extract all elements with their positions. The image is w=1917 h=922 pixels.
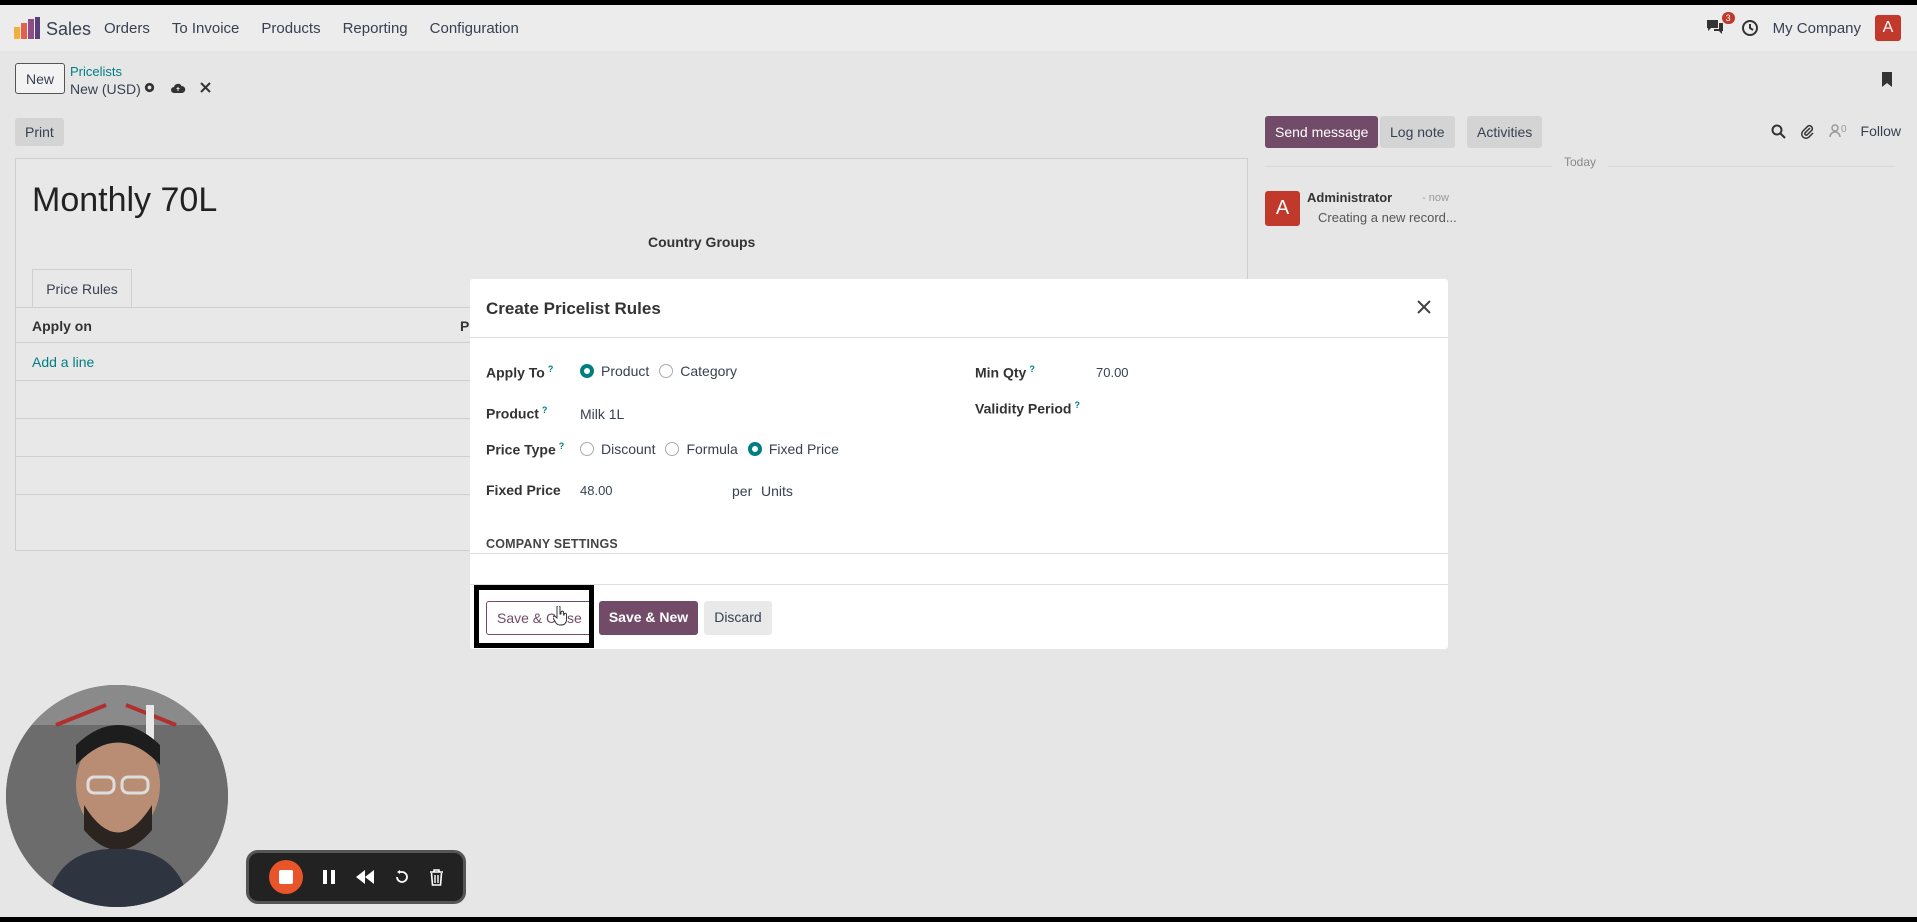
- radio-product[interactable]: Product: [580, 363, 649, 379]
- cloud-upload-icon[interactable]: [170, 82, 186, 94]
- menu-to-invoice[interactable]: To Invoice: [172, 20, 240, 37]
- tab-price-rules[interactable]: Price Rules: [32, 269, 132, 308]
- fixed-price-label: Fixed Price: [486, 482, 561, 498]
- bookmark-icon[interactable]: [1881, 71, 1893, 88]
- main-menu: Orders To Invoice Products Reporting Con…: [104, 20, 541, 37]
- activities-button[interactable]: Activities: [1467, 116, 1543, 148]
- price-type-label: Price Type?: [486, 441, 565, 458]
- follow-button[interactable]: Follow: [1861, 123, 1901, 139]
- app-screen: Sales Orders To Invoice Products Reporti…: [0, 5, 1917, 917]
- close-icon[interactable]: [1414, 297, 1434, 317]
- radio-dot: [580, 364, 594, 378]
- recording-controls: [246, 850, 466, 904]
- rewind-icon[interactable]: [355, 869, 375, 885]
- trash-icon[interactable]: [429, 868, 444, 886]
- print-button[interactable]: Print: [15, 118, 64, 146]
- date-separator: Today: [1265, 153, 1895, 169]
- message-author-avatar: A: [1265, 191, 1300, 226]
- company-switcher[interactable]: My Company: [1773, 20, 1861, 37]
- pause-icon[interactable]: [322, 869, 336, 885]
- top-navbar: Sales Orders To Invoice Products Reporti…: [0, 5, 1917, 51]
- radio-dot: [580, 442, 594, 456]
- message-author[interactable]: Administrator: [1307, 190, 1392, 205]
- menu-products[interactable]: Products: [261, 20, 320, 37]
- message-time: - now: [1422, 192, 1449, 204]
- fixed-price-input[interactable]: 48.00: [580, 483, 613, 498]
- clock-icon[interactable]: [1741, 19, 1759, 37]
- menu-reporting[interactable]: Reporting: [343, 20, 408, 37]
- followers-button[interactable]: 0: [1829, 124, 1847, 138]
- pricelist-name[interactable]: Monthly 70L: [32, 181, 217, 220]
- radio-discount[interactable]: Discount: [580, 441, 655, 457]
- menu-configuration[interactable]: Configuration: [430, 20, 519, 37]
- record-actions: [144, 81, 211, 94]
- webcam-overlay: [6, 685, 228, 907]
- log-note-button[interactable]: Log note: [1380, 116, 1455, 148]
- section-divider: [470, 553, 1448, 554]
- country-groups-label: Country Groups: [648, 234, 756, 250]
- add-line-link[interactable]: Add a line: [32, 354, 94, 370]
- radio-dot: [747, 442, 762, 456]
- followers-count: 0: [1840, 124, 1847, 135]
- restart-icon[interactable]: [394, 869, 410, 885]
- radio-formula[interactable]: Formula: [665, 441, 738, 457]
- radio-dot: [665, 442, 680, 456]
- breadcrumb-current-label: New (USD): [70, 81, 141, 97]
- breadcrumb-pricelists[interactable]: Pricelists: [70, 64, 122, 79]
- chatter-icons: 0 Follow: [1771, 123, 1901, 139]
- uom-field[interactable]: Units: [761, 483, 793, 499]
- sales-app-logo[interactable]: [14, 17, 40, 39]
- user-icon: [1829, 124, 1841, 138]
- breadcrumb-current: New (USD): [70, 81, 141, 97]
- apply-to-radio: Product Category: [580, 363, 747, 379]
- min-qty-label: Min Qty?: [975, 364, 1035, 381]
- gear-icon[interactable]: [143, 81, 156, 94]
- chat-icon[interactable]: 3: [1705, 12, 1735, 39]
- radio-category[interactable]: Category: [659, 363, 737, 379]
- dialog-header-divider: [470, 337, 1448, 338]
- col-apply-on[interactable]: Apply on: [32, 318, 92, 334]
- min-qty-input[interactable]: 70.00: [1096, 365, 1129, 380]
- stop-recording-button[interactable]: [268, 860, 303, 894]
- product-field[interactable]: Milk 1L: [580, 406, 624, 422]
- discard-close-icon[interactable]: [200, 82, 211, 93]
- save-new-button[interactable]: Save & New: [598, 601, 699, 635]
- price-type-radio: Discount Formula Fixed Price: [580, 441, 849, 457]
- user-avatar[interactable]: A: [1875, 15, 1901, 41]
- message-body: Creating a new record...: [1318, 210, 1457, 225]
- stop-icon: [278, 870, 293, 884]
- search-icon[interactable]: [1771, 124, 1786, 139]
- product-label: Product?: [486, 405, 548, 422]
- discard-button[interactable]: Discard: [704, 601, 772, 635]
- apply-to-label: Apply To?: [486, 364, 554, 381]
- send-message-button[interactable]: Send message: [1265, 116, 1379, 148]
- click-highlight-box: [474, 585, 594, 648]
- dialog-title: Create Pricelist Rules: [486, 299, 661, 318]
- form-toolbar: Print: [0, 113, 1250, 153]
- chat-badge: 3: [1721, 12, 1735, 24]
- radio-dot: [659, 364, 674, 378]
- today-label: Today: [1551, 155, 1609, 169]
- per-label: per: [732, 483, 753, 499]
- hand-cursor-icon: [553, 606, 567, 626]
- create-pricelist-rules-dialog: Create Pricelist Rules Apply To? Product…: [470, 279, 1448, 649]
- new-button[interactable]: New: [15, 63, 65, 94]
- dialog-footer-divider: [470, 584, 1448, 585]
- radio-fixed-price[interactable]: Fixed Price: [747, 441, 839, 457]
- validity-period-label: Validity Period?: [975, 400, 1080, 417]
- menu-orders[interactable]: Orders: [104, 20, 150, 37]
- company-settings-header: COMPANY SETTINGS: [486, 537, 618, 551]
- paperclip-icon[interactable]: [1800, 124, 1815, 139]
- app-name[interactable]: Sales: [46, 19, 91, 40]
- control-panel: New Pricelists New (USD): [0, 51, 1917, 111]
- systray: 3 My Company A: [1705, 12, 1901, 41]
- webcam-feed: [6, 685, 228, 907]
